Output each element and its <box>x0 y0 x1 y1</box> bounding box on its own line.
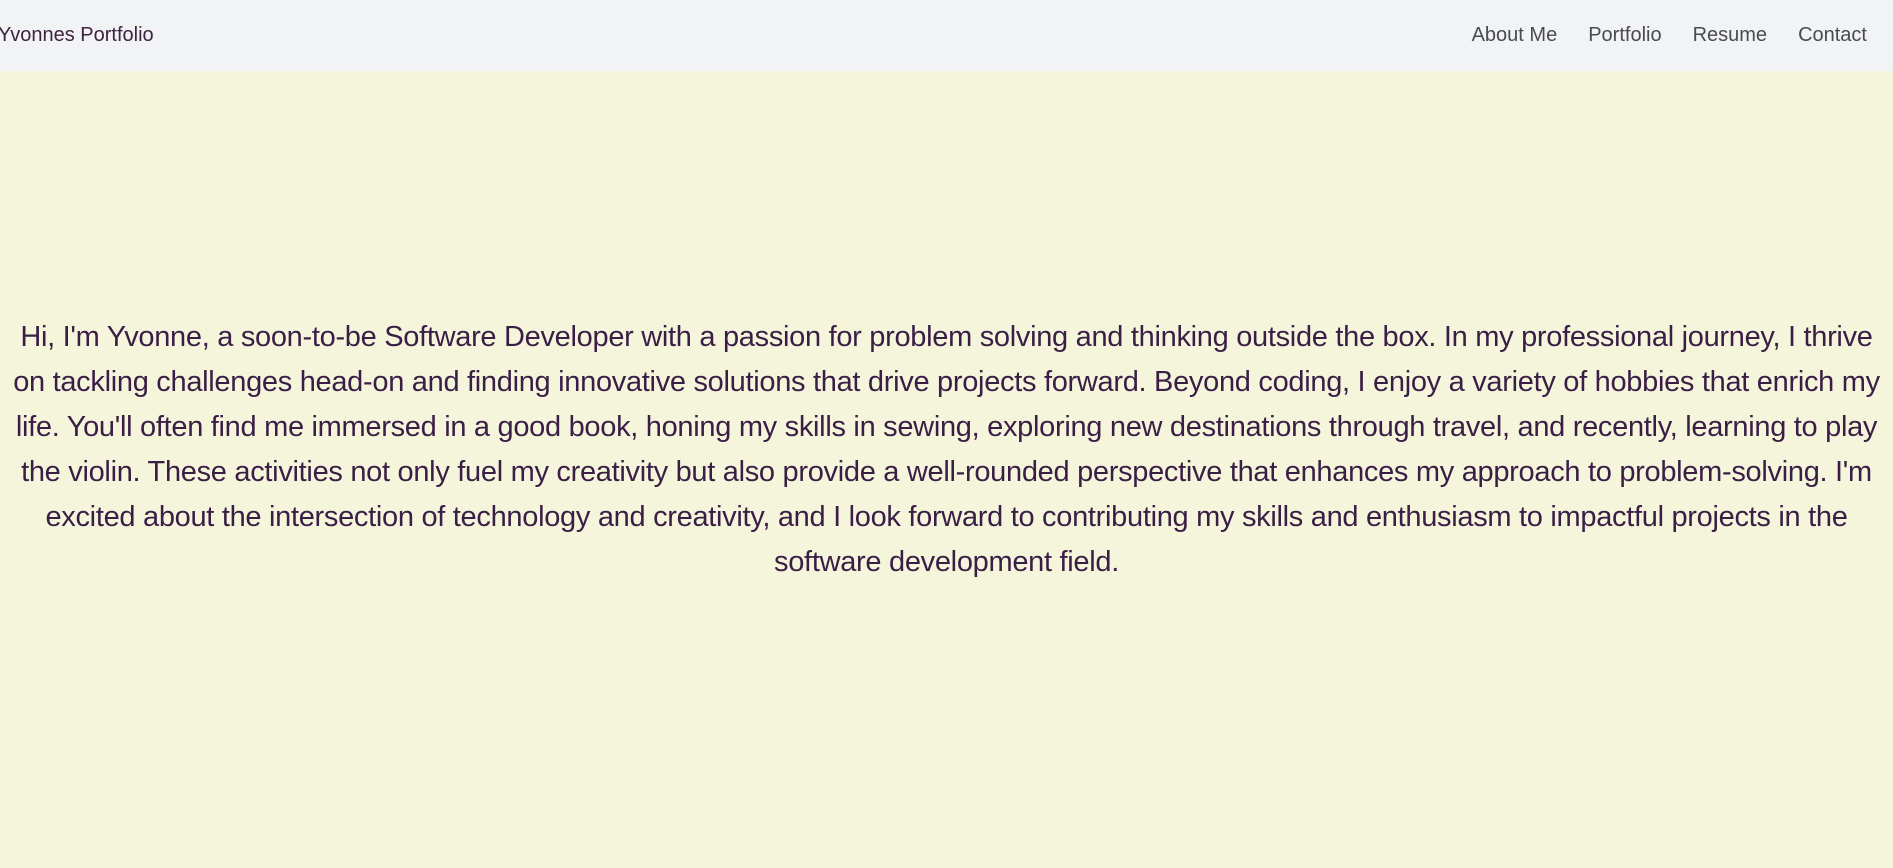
bio-paragraph: Hi, I'm Yvonne, a soon-to-be Software De… <box>13 320 1880 578</box>
nav-item-resume: Resume <box>1693 24 1767 47</box>
navbar: Yvonnes Portfolio About Me Portfolio Res… <box>0 0 1893 71</box>
nav-link-about-me[interactable]: About Me <box>1472 24 1558 46</box>
nav-item-portfolio: Portfolio <box>1588 24 1661 47</box>
nav-link-resume[interactable]: Resume <box>1693 24 1767 46</box>
nav-item-contact: Contact <box>1798 24 1867 47</box>
nav-links: About Me Portfolio Resume Contact <box>1472 24 1867 47</box>
about-section: Hi, I'm Yvonne, a soon-to-be Software De… <box>0 71 1893 868</box>
nav-link-portfolio[interactable]: Portfolio <box>1588 24 1661 46</box>
nav-link-contact[interactable]: Contact <box>1798 24 1867 46</box>
nav-item-about-me: About Me <box>1472 24 1558 47</box>
brand-link[interactable]: Yvonnes Portfolio <box>0 24 154 47</box>
